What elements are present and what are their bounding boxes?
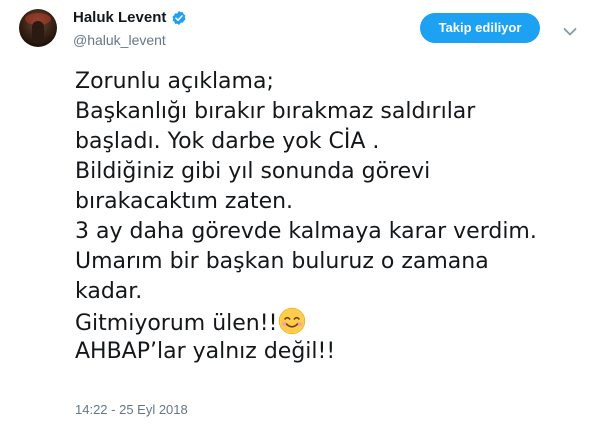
avatar-figure [32,21,44,43]
tweet-text-line: Gitmiyorum ülen!! [75,311,278,336]
tweet-header: Haluk Levent @haluk_levent Takip ediliyo… [0,0,592,60]
tweet-text-line: AHBAP’lar yalnız değil!! [75,339,336,364]
tweet-card: Haluk Levent @haluk_levent Takip ediliyo… [0,0,592,429]
tweet-text-line-with-emoji: Gitmiyorum ülen!! [75,307,585,337]
verified-badge-icon [171,10,187,26]
tweet-text: Zorunlu açıklama; Başkanlığı bırakır bır… [75,67,585,367]
tweet-text-line: kadar. [75,279,143,304]
tweet-timestamp[interactable]: 14:22 - 25 Eyl 2018 [75,402,188,418]
tweet-text-line: bırakacaktım zaten. [75,189,294,214]
chevron-down-icon[interactable] [563,22,577,36]
following-button[interactable]: Takip ediliyor [420,13,540,43]
tweet-text-line: başladı. Yok darbe yok CİA . [75,129,380,154]
tweet-text-line: Başkanlığı bırakır bırakmaz saldırılar [75,99,476,124]
avatar[interactable] [19,9,57,47]
tweet-text-line: 3 ay daha görevde kalmaya karar verdim. [75,219,537,244]
author-display-name[interactable]: Haluk Levent [73,8,166,28]
tweet-text-line: Bildiğiniz gibi yıl sonunda görevi [75,159,431,184]
smiling-face-emoji-icon [278,307,306,335]
author-handle[interactable]: @haluk_levent [73,31,166,49]
tweet-text-line: Umarım bir başkan buluruz o zamana [75,249,489,274]
author-name-row: Haluk Levent [73,8,187,28]
tweet-text-line: Zorunlu açıklama; [75,69,274,94]
